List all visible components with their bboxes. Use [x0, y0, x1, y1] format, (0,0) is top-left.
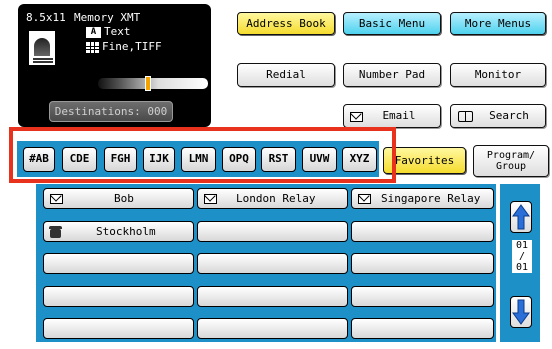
- memory-mode: Memory XMT: [74, 11, 141, 24]
- original-type-label: Text: [104, 25, 131, 38]
- page-total: 01: [515, 262, 529, 273]
- program-tab-line1: Program/: [486, 150, 536, 161]
- list-item[interactable]: [197, 318, 348, 339]
- page-down-button[interactable]: [510, 296, 532, 328]
- list-item[interactable]: [197, 286, 348, 307]
- email-icon: [358, 194, 371, 204]
- list-item[interactable]: [197, 221, 348, 242]
- list-item[interactable]: London Relay: [197, 188, 348, 209]
- original-type: A Text: [86, 25, 131, 39]
- paper-size: 8.5x11: [26, 11, 66, 24]
- email-button-label: Email: [382, 109, 416, 122]
- arrow-up-icon: [512, 204, 530, 230]
- list-item-label: London Relay: [236, 192, 316, 205]
- document-icon: [29, 31, 55, 65]
- email-button[interactable]: Email: [343, 104, 441, 128]
- more-menus-button[interactable]: More Menus: [450, 12, 546, 35]
- email-icon: [204, 194, 217, 204]
- list-item-label: Bob: [114, 192, 134, 205]
- list-item[interactable]: [43, 318, 194, 339]
- list-item[interactable]: [351, 221, 494, 242]
- list-item[interactable]: Bob: [43, 188, 194, 209]
- list-item[interactable]: [197, 253, 348, 274]
- resolution-icon: [86, 41, 99, 53]
- email-icon: [50, 194, 63, 204]
- program-tab-line2: Group: [495, 161, 527, 172]
- list-item-label: Singapore Relay: [381, 192, 481, 205]
- monitor-button[interactable]: Monitor: [450, 63, 546, 87]
- book-icon: [458, 111, 473, 122]
- redial-button[interactable]: Redial: [237, 63, 335, 87]
- text-mode-icon: A: [86, 26, 101, 38]
- page-current: 01: [515, 240, 529, 251]
- page-indicator: 01 / 01: [512, 240, 532, 273]
- number-pad-button[interactable]: Number Pad: [343, 63, 441, 87]
- contrast-marker: [144, 76, 151, 91]
- page-separator: /: [518, 251, 526, 262]
- resolution-label: Fine,TIFF: [102, 40, 162, 53]
- address-book-button[interactable]: Address Book: [237, 12, 335, 35]
- tab-program-group[interactable]: Program/ Group: [473, 145, 549, 177]
- list-item[interactable]: [43, 286, 194, 307]
- destinations-button[interactable]: Destinations: 000: [49, 101, 173, 122]
- page-up-button[interactable]: [510, 201, 532, 233]
- email-icon: [350, 112, 363, 122]
- arrow-down-icon: [512, 299, 530, 325]
- basic-menu-button[interactable]: Basic Menu: [343, 12, 441, 35]
- list-item[interactable]: Singapore Relay: [351, 188, 494, 209]
- list-item[interactable]: [43, 253, 194, 274]
- list-item[interactable]: [351, 318, 494, 339]
- list-item-label: Stockholm: [96, 225, 156, 238]
- tab-highlight-box: [9, 127, 396, 183]
- resolution: Fine,TIFF: [86, 40, 162, 54]
- list-item[interactable]: [351, 286, 494, 307]
- contrast-bar: [98, 78, 208, 89]
- search-button[interactable]: Search: [450, 104, 546, 128]
- list-item[interactable]: Stockholm: [43, 221, 194, 242]
- search-button-label: Search: [489, 109, 529, 122]
- fax-icon: [49, 226, 62, 238]
- list-item[interactable]: [351, 253, 494, 274]
